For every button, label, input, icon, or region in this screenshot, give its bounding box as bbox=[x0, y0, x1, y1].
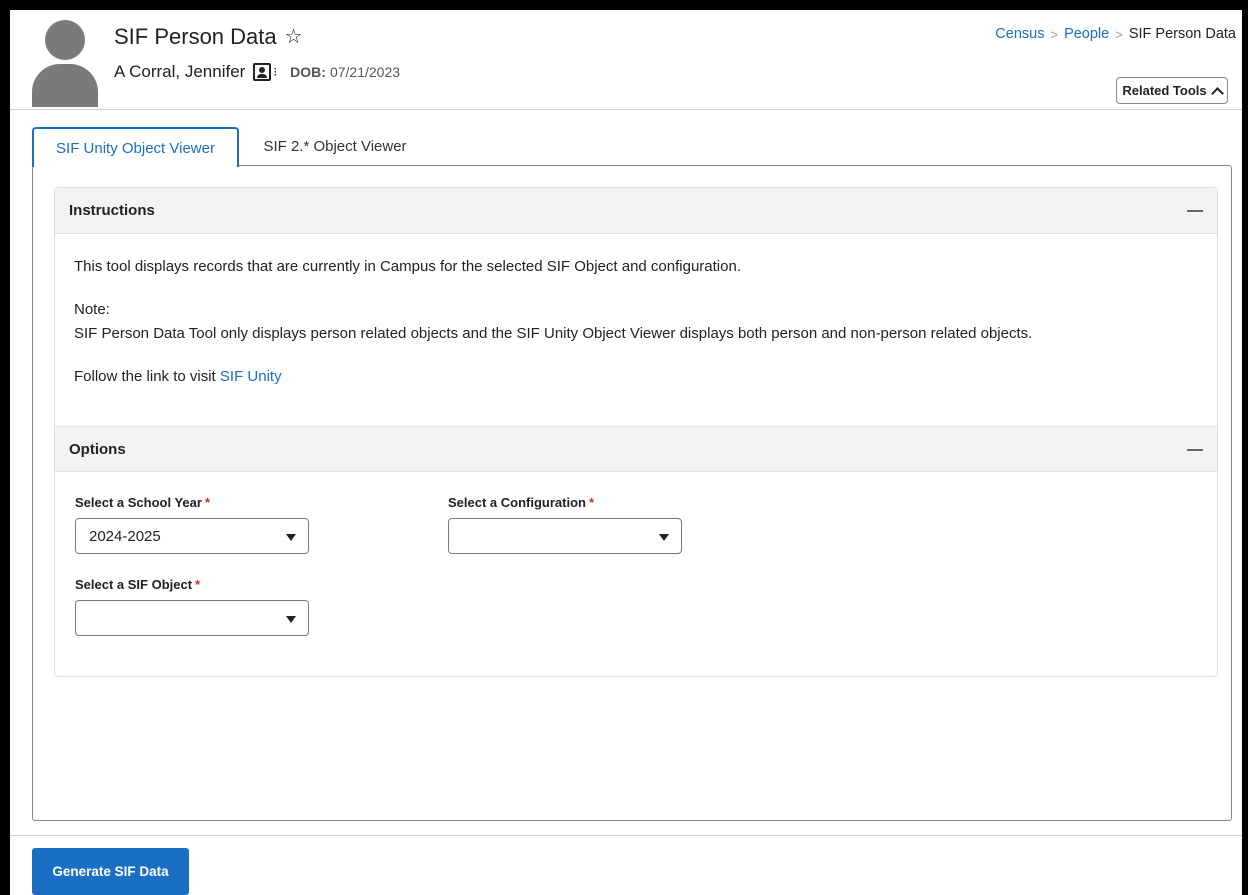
school-year-label-text: Select a School Year bbox=[75, 495, 202, 510]
sif-object-label: Select a SIF Object * bbox=[75, 577, 200, 592]
tab-label: SIF 2.* Object Viewer bbox=[263, 137, 407, 155]
note-text: SIF Person Data Tool only displays perso… bbox=[74, 325, 1033, 342]
person-name: A Corral, Jennifer bbox=[114, 62, 246, 81]
configuration-label: Select a Configuration * bbox=[448, 495, 594, 510]
related-tools-button[interactable]: Related Tools bbox=[1116, 77, 1228, 104]
options-header[interactable]: Options bbox=[55, 426, 1217, 472]
dob-label: DOB: bbox=[290, 64, 326, 80]
school-year-value: 2024-2025 bbox=[89, 527, 161, 545]
related-tools-label: Related Tools bbox=[1122, 83, 1207, 98]
required-marker: * bbox=[204, 495, 211, 510]
options-title: Options bbox=[69, 440, 126, 458]
avatar-head bbox=[45, 20, 85, 60]
page-title-row: SIF Person Data ☆ bbox=[114, 24, 303, 50]
follow-link-line: Follow the link to visit SIF Unity bbox=[74, 368, 282, 385]
avatar bbox=[32, 20, 98, 107]
school-year-label: Select a School Year * bbox=[75, 495, 210, 510]
sif-unity-link[interactable]: SIF Unity bbox=[220, 368, 282, 385]
configuration-select[interactable] bbox=[448, 518, 682, 554]
app-frame: SIF Person Data ☆ A Corral, Jennifer ⁝ D… bbox=[10, 10, 1242, 895]
breadcrumb-census[interactable]: Census bbox=[995, 26, 1044, 42]
follow-text: Follow the link to visit bbox=[74, 368, 220, 385]
breadcrumb: Census > People > SIF Person Data bbox=[995, 26, 1236, 42]
sif-object-select[interactable] bbox=[75, 600, 309, 636]
tab-label: SIF Unity Object Viewer bbox=[56, 139, 215, 157]
collapse-icon[interactable] bbox=[1187, 449, 1203, 451]
instructions-header[interactable]: Instructions bbox=[55, 188, 1217, 234]
id-card-dots-icon: ⁝ bbox=[273, 65, 277, 79]
footer-divider bbox=[10, 835, 1242, 836]
page-header: SIF Person Data ☆ A Corral, Jennifer ⁝ D… bbox=[10, 10, 1242, 110]
collapse-icon[interactable] bbox=[1187, 210, 1203, 212]
generate-label: Generate SIF Data bbox=[52, 864, 169, 879]
sif-object-label-text: Select a SIF Object bbox=[75, 577, 193, 592]
star-icon[interactable]: ☆ bbox=[285, 27, 303, 47]
breadcrumb-people[interactable]: People bbox=[1064, 26, 1109, 42]
person-info: A Corral, Jennifer ⁝ DOB: 07/21/2023 bbox=[114, 62, 400, 82]
breadcrumb-separator-icon: > bbox=[1050, 26, 1059, 42]
instructions-line: This tool displays records that are curr… bbox=[74, 258, 741, 275]
instructions-title: Instructions bbox=[69, 202, 155, 219]
avatar-body bbox=[32, 64, 98, 107]
tab-content: Instructions This tool displays records … bbox=[32, 165, 1232, 821]
required-marker: * bbox=[195, 577, 201, 592]
breadcrumb-current: SIF Person Data bbox=[1128, 26, 1236, 42]
dob-value: 07/21/2023 bbox=[329, 64, 401, 80]
caret-down-icon bbox=[286, 616, 296, 623]
required-marker: * bbox=[588, 495, 595, 510]
configuration-label-text: Select a Configuration bbox=[448, 495, 586, 510]
chevron-up-icon bbox=[1210, 86, 1224, 100]
page-title: SIF Person Data bbox=[114, 24, 277, 49]
tab-sif-unity-object-viewer[interactable]: SIF Unity Object Viewer bbox=[32, 127, 239, 167]
generate-sif-data-button[interactable]: Generate SIF Data bbox=[32, 848, 189, 895]
caret-down-icon bbox=[286, 534, 296, 541]
breadcrumb-separator-icon: > bbox=[1115, 26, 1123, 42]
panel-group: Instructions This tool displays records … bbox=[54, 187, 1218, 677]
school-year-select[interactable]: 2024-2025 bbox=[75, 518, 309, 554]
tab-sif-2-object-viewer[interactable]: SIF 2.* Object Viewer bbox=[242, 127, 428, 165]
id-card-icon[interactable] bbox=[253, 63, 272, 81]
caret-down-icon bbox=[659, 534, 669, 541]
note-label: Note: bbox=[74, 301, 110, 318]
